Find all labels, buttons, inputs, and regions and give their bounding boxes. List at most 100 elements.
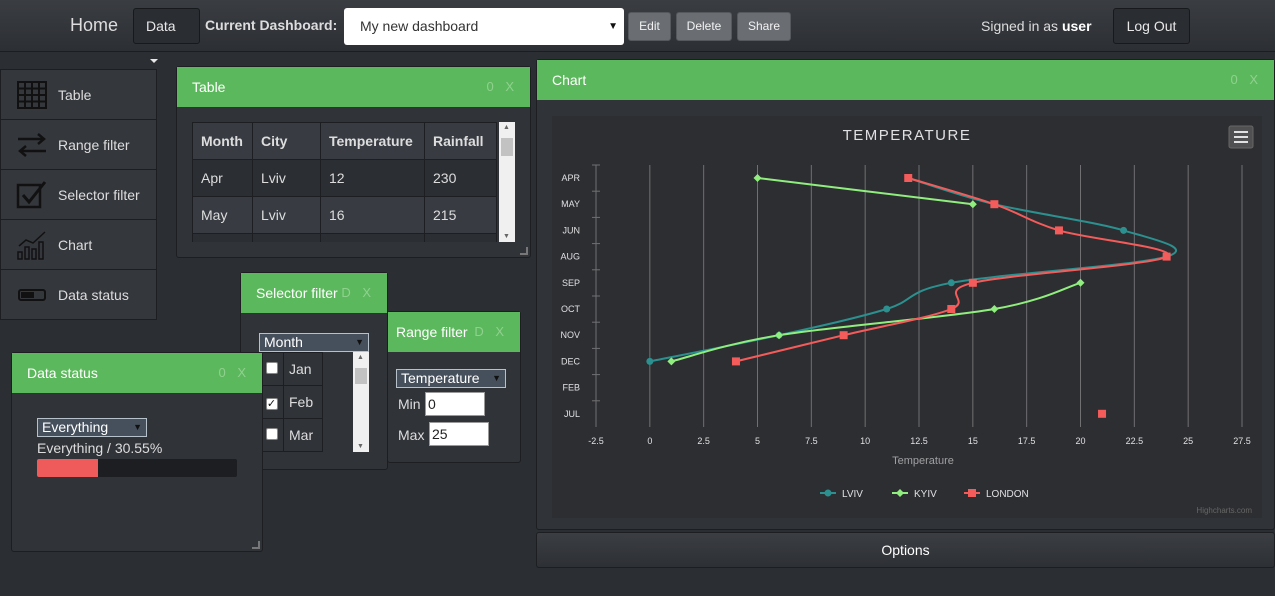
range-widget-header[interactable]: Range filter D X <box>388 312 520 352</box>
chart-credit[interactable]: Highcharts.com <box>1196 506 1252 515</box>
scroll-thumb[interactable] <box>501 138 513 156</box>
list-item[interactable]: ✓ Feb <box>259 385 323 419</box>
dashboard-select[interactable]: My new dashboard ▼ <box>344 8 624 45</box>
data-point-lviv[interactable] <box>646 357 654 365</box>
resize-handle-icon[interactable] <box>252 541 260 549</box>
data-menu-label: Data <box>146 18 176 34</box>
data-point-london[interactable] <box>731 357 740 366</box>
selector-list: Jan ✓ Feb Mar ▲ ▼ <box>259 352 369 452</box>
widget-controls[interactable]: 0 X <box>1230 60 1262 100</box>
sidebar-item-selector-filter[interactable]: Selector filter <box>0 169 157 220</box>
progress-bar-icon <box>18 289 46 301</box>
legend-marker[interactable] <box>968 489 976 497</box>
signed-in-prefix: Signed in as <box>981 18 1059 34</box>
option-label: Mar <box>283 418 323 452</box>
max-input[interactable]: 25 <box>429 422 489 446</box>
sidebar-item-range-filter[interactable]: Range filter <box>0 119 157 170</box>
data-point-lviv[interactable] <box>1120 226 1128 234</box>
share-button[interactable]: Share <box>737 12 791 41</box>
checkbox-checked[interactable]: ✓ <box>265 398 278 410</box>
status-select[interactable]: Everything ▼ <box>37 418 147 437</box>
status-select-value: Everything <box>42 419 109 435</box>
home-link[interactable]: Home <box>70 15 118 36</box>
sidebar-item-label: Table <box>58 87 92 103</box>
dropdown-arrow-icon: ▼ <box>492 373 501 383</box>
x-tick-label: 15 <box>968 436 978 446</box>
data-menu-button[interactable]: Data <box>133 8 200 64</box>
y-tick-label: OCT <box>561 304 581 314</box>
data-point-london[interactable] <box>990 200 999 209</box>
checkbox[interactable] <box>265 428 278 440</box>
widget-controls[interactable]: D X <box>474 312 508 352</box>
option-label: Feb <box>283 385 323 419</box>
edit-button[interactable]: Edit <box>628 12 671 41</box>
column-header[interactable]: City <box>252 122 321 160</box>
resize-handle-icon[interactable] <box>520 247 528 255</box>
legend-label: LVIV <box>842 489 863 500</box>
scroll-up-icon[interactable]: ▲ <box>357 354 364 361</box>
progress-bar <box>37 459 237 477</box>
scroll-up-icon[interactable]: ▲ <box>503 124 510 131</box>
x-tick-label: 10 <box>860 436 870 446</box>
sidebar-item-data-status[interactable]: Data status <box>0 269 157 320</box>
data-point-london[interactable] <box>968 278 977 287</box>
sidebar-item-chart[interactable]: Chart <box>0 219 157 270</box>
data-table: Month City Temperature Rainfall Apr Lviv… <box>192 122 497 242</box>
x-tick-label: 20 <box>1075 436 1085 446</box>
table-scrollbar[interactable]: ▲ ▼ <box>499 122 515 242</box>
current-dashboard-label: Current Dashboard: <box>205 17 338 33</box>
y-tick-label: AUG <box>560 252 580 262</box>
scroll-thumb[interactable] <box>355 368 367 384</box>
table-widget-header[interactable]: Table 0 X <box>177 67 530 107</box>
x-tick-label: 12.5 <box>910 436 928 446</box>
sidebar-item-table[interactable]: Table <box>0 69 157 120</box>
data-point-london[interactable] <box>839 331 848 340</box>
range-field-select[interactable]: Temperature ▼ <box>396 369 506 388</box>
options-button[interactable]: Options <box>536 532 1275 568</box>
widget-controls[interactable]: D X <box>341 273 375 313</box>
column-header[interactable]: Rainfall <box>424 122 497 160</box>
data-point-london[interactable] <box>904 174 913 182</box>
list-item[interactable]: Mar <box>259 418 323 452</box>
column-header[interactable]: Temperature <box>320 122 425 160</box>
chart-widget-header[interactable]: Chart 0 X <box>537 60 1274 100</box>
widget-controls[interactable]: 0 X <box>486 67 518 107</box>
status-text: Everything / 30.55% <box>37 440 163 456</box>
range-field-value: Temperature <box>401 370 480 386</box>
chart-title: TEMPERATURE <box>843 127 972 144</box>
chart-widget: Chart 0 X TEMPERATURE -2.5 0 2.5 5 7.5 10 12.5… <box>536 59 1275 530</box>
hamburger-icon[interactable] <box>1228 125 1254 149</box>
dashboard-select-value: My new dashboard <box>360 18 479 34</box>
data-point-london[interactable] <box>947 305 956 313</box>
min-input[interactable]: 0 <box>425 392 485 416</box>
widget-controls[interactable]: 0 X <box>218 353 250 393</box>
dropdown-arrow-icon: ▼ <box>133 422 142 432</box>
table-cell: 16 <box>320 196 425 234</box>
max-label: Max <box>398 427 425 443</box>
dropdown-arrow-icon: ▼ <box>608 21 618 32</box>
data-point-london[interactable] <box>1054 226 1063 235</box>
data-point-lviv[interactable] <box>883 305 891 313</box>
legend-marker[interactable] <box>824 489 832 497</box>
data-point-lviv[interactable] <box>947 279 955 287</box>
progress-fill <box>37 459 99 477</box>
scroll-down-icon[interactable]: ▼ <box>503 233 510 240</box>
list-item[interactable]: Jan <box>259 352 323 386</box>
table-scroll-area: Month City Temperature Rainfall Apr Lviv… <box>192 122 515 242</box>
sidebar-item-label: Selector filter <box>58 187 140 203</box>
selector-widget-header[interactable]: Selector filter D X <box>241 273 387 313</box>
column-header[interactable]: Month <box>192 122 253 160</box>
scroll-down-icon[interactable]: ▼ <box>357 443 364 450</box>
logout-button[interactable]: Log Out <box>1113 8 1190 44</box>
checkbox[interactable] <box>265 362 278 374</box>
selector-field-select[interactable]: Month ▼ <box>259 333 369 352</box>
widget-title: Table <box>192 79 226 95</box>
x-tick-label: 0 <box>647 436 652 446</box>
data-point-london[interactable] <box>1162 252 1171 261</box>
widget-title: Data status <box>27 365 98 381</box>
status-widget-header[interactable]: Data status 0 X <box>12 353 262 393</box>
selector-scrollbar[interactable]: ▲ ▼ <box>353 352 369 452</box>
delete-button[interactable]: Delete <box>676 12 732 41</box>
data-point-london[interactable] <box>1098 409 1107 418</box>
x-tick-label: 5 <box>755 436 760 446</box>
